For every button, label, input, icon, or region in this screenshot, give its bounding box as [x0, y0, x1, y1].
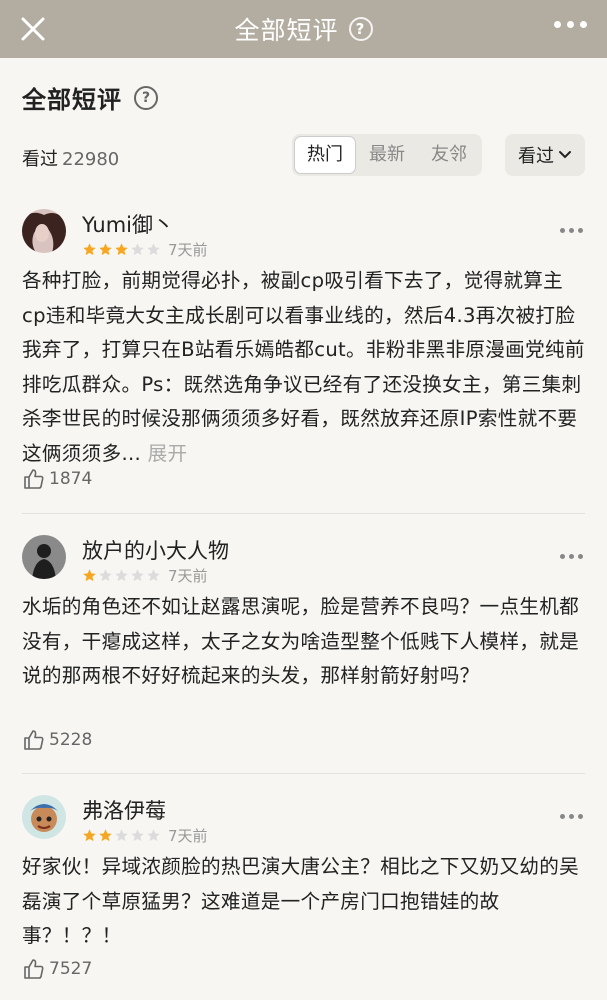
watched-filter-label: 看过: [518, 146, 554, 167]
review-text-content: 好家伙！异域浓颜脸的热巴演大唐公主？相比之下又奶又幼的吴磊演了个草原猛男？这难道…: [22, 855, 580, 947]
star-filled-icon: [99, 243, 112, 256]
expand-link[interactable]: 展开: [148, 442, 188, 465]
sort-tabs: 热门 最新 友邻: [292, 134, 482, 176]
star-empty-icon: [131, 243, 144, 256]
avatar[interactable]: [22, 209, 66, 253]
seen-number: 22980: [62, 149, 120, 170]
star-empty-icon: [115, 829, 128, 842]
username[interactable]: 放户的小大人物: [82, 535, 229, 565]
review-meta: 7天前: [82, 565, 208, 586]
star-filled-icon: [99, 829, 112, 842]
star-empty-icon: [147, 569, 160, 582]
more-options-icon[interactable]: [560, 814, 583, 819]
review-text: 好家伙！异域浓颜脸的热巴演大唐公主？相比之下又奶又幼的吴磊演了个草原猛男？这难道…: [22, 850, 585, 954]
star-empty-icon: [147, 829, 160, 842]
star-empty-icon: [115, 569, 128, 582]
star-empty-icon: [99, 569, 112, 582]
thumbs-up-icon: [24, 730, 44, 750]
tab-latest[interactable]: 最新: [356, 136, 418, 174]
help-icon[interactable]: ?: [348, 17, 373, 41]
star-filled-icon: [115, 243, 128, 256]
star-empty-icon: [131, 829, 144, 842]
review-meta: 7天前: [82, 239, 208, 260]
page-title: 全部短评 ?: [234, 11, 373, 47]
watched-filter-dropdown[interactable]: 看过: [505, 134, 585, 176]
tab-friends[interactable]: 友邻: [418, 136, 480, 174]
username[interactable]: 弗洛伊莓: [82, 795, 166, 825]
filter-row: 看过 22980 热门 最新 友邻 看过: [22, 134, 585, 176]
divider: [22, 773, 585, 774]
like-button[interactable]: 7527: [22, 957, 92, 981]
more-options-icon[interactable]: [560, 228, 583, 233]
review-text: 水垢的角色还不如让赵露思演呢，脸是营养不良吗？一点生机都没有，干瘪成这样，太子之…: [22, 590, 585, 694]
close-icon[interactable]: [18, 14, 48, 44]
like-count: 5228: [49, 730, 93, 750]
star-filled-icon: [83, 243, 96, 256]
star-filled-icon: [83, 829, 96, 842]
section-header: 全部短评 ?: [22, 80, 158, 115]
chevron-down-icon: [559, 151, 571, 159]
username[interactable]: Yumi御丶: [82, 209, 174, 239]
page-title-text: 全部短评: [234, 16, 339, 45]
review-meta: 7天前: [82, 825, 208, 846]
more-horizontal-icon[interactable]: [554, 21, 587, 28]
like-count: 7527: [49, 959, 93, 979]
star-empty-icon: [147, 243, 160, 256]
section-help-icon[interactable]: ?: [134, 85, 158, 110]
seen-label: 看过: [22, 149, 58, 170]
review-text-content: 各种打脸，前期觉得必扑，被副cp吸引看下去了，觉得就算主cp违和毕竟大女主成长剧…: [22, 269, 585, 465]
tab-hot[interactable]: 热门: [294, 136, 356, 174]
review-time: 7天前: [168, 567, 208, 585]
thumbs-up-icon: [24, 959, 44, 979]
star-empty-icon: [131, 569, 144, 582]
review-text: 各种打脸，前期觉得必扑，被副cp吸引看下去了，觉得就算主cp违和毕竟大女主成长剧…: [22, 264, 585, 471]
star-rating: [82, 242, 161, 257]
like-button[interactable]: 5228: [22, 728, 92, 752]
avatar[interactable]: [22, 795, 66, 839]
like-count: 1874: [49, 469, 93, 489]
top-bar: 全部短评 ?: [0, 0, 607, 58]
like-button[interactable]: 1874: [22, 467, 92, 491]
more-options-icon[interactable]: [560, 554, 583, 559]
review-time: 7天前: [168, 241, 208, 259]
divider: [22, 513, 585, 514]
avatar[interactable]: [22, 535, 66, 579]
star-rating: [82, 828, 161, 843]
star-rating: [82, 568, 161, 583]
seen-count: 看过 22980: [22, 145, 119, 171]
thumbs-up-icon: [24, 469, 44, 489]
star-filled-icon: [83, 569, 96, 582]
section-title: 全部短评: [22, 86, 122, 114]
review-text-content: 水垢的角色还不如让赵露思演呢，脸是营养不良吗？一点生机都没有，干瘪成这样，太子之…: [22, 595, 580, 687]
review-time: 7天前: [168, 827, 208, 845]
